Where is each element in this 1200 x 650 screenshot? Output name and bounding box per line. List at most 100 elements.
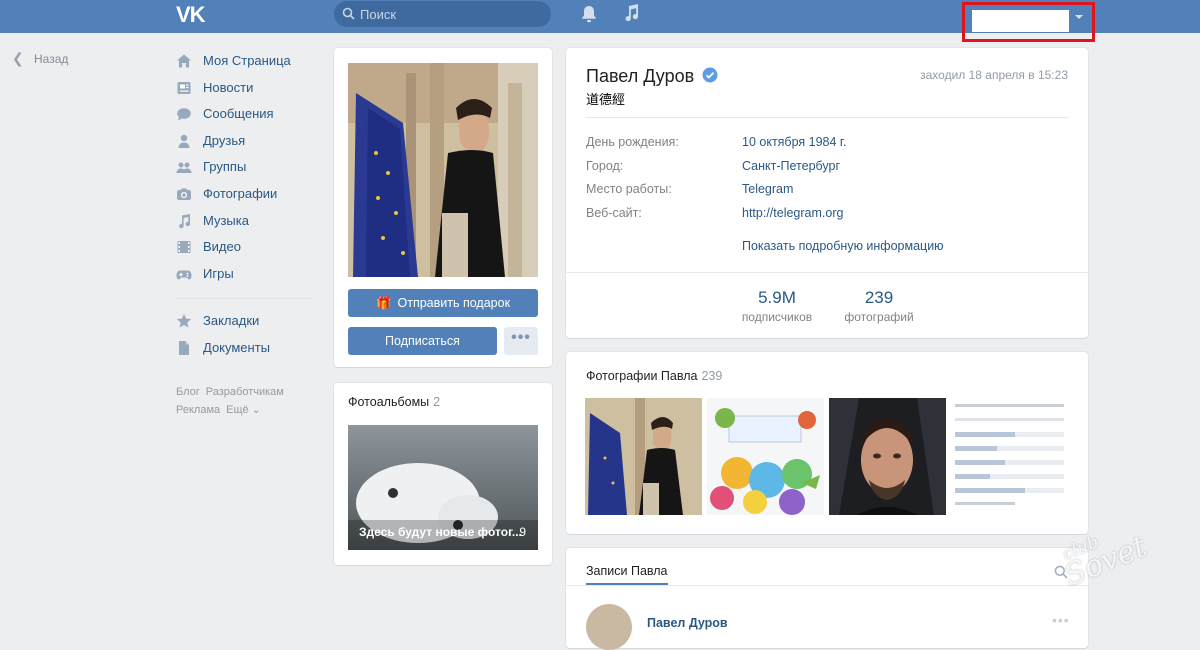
- sidebar-item-label: Группы: [203, 159, 247, 175]
- photo-thumb[interactable]: [951, 398, 1068, 515]
- news-icon: [177, 81, 191, 94]
- user-menu-highlight[interactable]: [962, 2, 1095, 42]
- photos-header[interactable]: Фотографии Павла 239: [586, 369, 722, 383]
- back-link[interactable]: ❮ Назад: [12, 50, 68, 67]
- profile-avatar-card: 🎁 Отправить подарок Подписаться •••: [334, 48, 552, 367]
- photo-thumb[interactable]: [707, 398, 824, 515]
- chevron-down-icon: [1075, 15, 1083, 19]
- photo-thumb-image: [951, 398, 1068, 515]
- sidebar-item-photos[interactable]: Фотографии: [176, 184, 316, 211]
- last-seen-text: заходил 18 апреля в 15:23: [920, 68, 1068, 82]
- info-value-link[interactable]: http://telegram.org: [742, 206, 843, 220]
- photos-count: 239: [701, 369, 723, 383]
- post-author[interactable]: Павел Дуров: [647, 616, 728, 630]
- sidebar-item-label: Сообщения: [203, 106, 274, 122]
- sidebar-item-label: Моя Страница: [203, 53, 291, 68]
- sidebar-item-messages[interactable]: Сообщения: [176, 104, 316, 131]
- photo-thumb[interactable]: [585, 398, 702, 515]
- info-value-link[interactable]: Санкт-Петербург: [742, 159, 840, 173]
- chevron-left-icon: ❮: [12, 50, 24, 66]
- photo-albums-card: Фотоальбомы 2 Здесь будут новые фотог... …: [334, 383, 552, 565]
- sidebar-item-label: Видео: [203, 239, 241, 255]
- user-name-redacted: [972, 10, 1069, 32]
- more-actions-button[interactable]: •••: [504, 327, 538, 355]
- footer-link-more[interactable]: Ещё ⌄: [226, 404, 261, 416]
- sidebar-nav: Моя Страница Новости Сообщения Друзья Гр…: [176, 51, 316, 419]
- info-key: Место работы:: [586, 182, 672, 196]
- vk-logo[interactable]: VK: [176, 3, 210, 27]
- sidebar-item-friends[interactable]: Друзья: [176, 131, 316, 158]
- stat-number: 239: [864, 288, 894, 307]
- back-label: Назад: [34, 52, 69, 66]
- sidebar-item-documents[interactable]: Документы: [176, 338, 316, 365]
- photos-card: Фотографии Павла 239: [566, 352, 1088, 534]
- info-divider: [586, 117, 1068, 118]
- friends-icon: [178, 134, 190, 148]
- stat-photos[interactable]: 239 фотографий: [829, 288, 929, 324]
- search-placeholder: Поиск: [360, 7, 397, 22]
- star-icon: [176, 314, 192, 328]
- wall-posts-card: Записи Павла Павел Дуров •••: [566, 548, 1088, 650]
- stat-label: фотографий: [844, 310, 914, 324]
- albums-title: Фотоальбомы: [348, 395, 430, 409]
- profile-name: Павел Дуров: [586, 66, 695, 86]
- info-value-link[interactable]: Telegram: [742, 182, 793, 196]
- info-divider: [566, 272, 1088, 273]
- gift-icon: 🎁: [375, 296, 392, 310]
- top-bar: VK Поиск: [0, 0, 1200, 42]
- sidebar-item-label: Закладки: [203, 313, 260, 329]
- photo-thumb[interactable]: [829, 398, 946, 515]
- subscribe-button[interactable]: Подписаться: [348, 327, 497, 355]
- search-icon: [342, 7, 355, 20]
- music-note-icon[interactable]: [623, 3, 641, 23]
- send-gift-button[interactable]: 🎁 Отправить подарок: [348, 289, 538, 317]
- groups-icon: [176, 162, 192, 174]
- sidebar-item-label: Игры: [203, 265, 234, 281]
- album-photo-count: 9: [519, 525, 526, 539]
- post-menu-icon[interactable]: •••: [1052, 612, 1070, 628]
- photo-thumb-image: [829, 398, 946, 515]
- sidebar-item-label: Фотографии: [203, 185, 278, 201]
- posts-divider: [566, 585, 1088, 586]
- avatar[interactable]: [586, 604, 632, 650]
- info-value-link[interactable]: 10 октября 1984 г.: [742, 135, 846, 149]
- sidebar-item-groups[interactable]: Группы: [176, 157, 316, 184]
- footer-link-blog[interactable]: Блог: [176, 386, 200, 398]
- sidebar-item-news[interactable]: Новости: [176, 78, 316, 105]
- profile-photo-image: [348, 63, 538, 277]
- sidebar-item-my-page[interactable]: Моя Страница: [176, 51, 316, 78]
- sidebar-item-label: Друзья: [203, 132, 246, 148]
- sidebar-item-music[interactable]: Музыка: [176, 211, 316, 238]
- info-key: Веб-сайт:: [586, 206, 642, 220]
- stat-label: подписчиков: [741, 310, 813, 324]
- profile-photo[interactable]: [348, 63, 538, 277]
- verified-badge-icon: [702, 67, 718, 83]
- bell-icon[interactable]: [580, 4, 598, 24]
- album-caption: Здесь будут новые фотог...: [359, 525, 522, 539]
- search-input[interactable]: Поиск: [334, 1, 551, 27]
- profile-status[interactable]: 道德經: [586, 89, 625, 108]
- show-details-link[interactable]: Показать подробную информацию: [742, 239, 944, 253]
- video-icon: [177, 241, 191, 254]
- profile-info-card: Павел Дуров 道德經 заходил 18 апреля в 15:2…: [566, 48, 1088, 338]
- footer-link-developers[interactable]: Разработчикам: [206, 386, 284, 398]
- stat-number: 5.9M: [758, 288, 796, 307]
- document-icon: [179, 340, 189, 355]
- sidebar-item-label: Новости: [203, 79, 254, 95]
- send-gift-label: Отправить подарок: [397, 296, 511, 310]
- albums-header[interactable]: Фотоальбомы 2: [348, 395, 440, 409]
- albums-count: 2: [433, 395, 441, 409]
- album-cover[interactable]: Здесь будут новые фотог... 9: [348, 425, 538, 550]
- photo-thumb-image: [707, 398, 824, 515]
- stat-followers[interactable]: 5.9M подписчиков: [727, 288, 827, 324]
- sidebar-item-games[interactable]: Игры: [176, 264, 316, 291]
- sidebar-item-bookmarks[interactable]: Закладки: [176, 311, 316, 338]
- photos-title: Фотографии Павла: [586, 369, 698, 383]
- footer-link-ads[interactable]: Реклама: [176, 404, 220, 416]
- tab-wall-posts[interactable]: Записи Павла: [586, 564, 668, 578]
- camera-icon: [177, 188, 191, 200]
- photo-thumb-image: [585, 398, 702, 515]
- sidebar-item-video[interactable]: Видео: [176, 237, 316, 264]
- sidebar-footer-links: Блог Разработчикам Реклама Ещё ⌄: [176, 383, 316, 419]
- home-icon: [177, 54, 191, 68]
